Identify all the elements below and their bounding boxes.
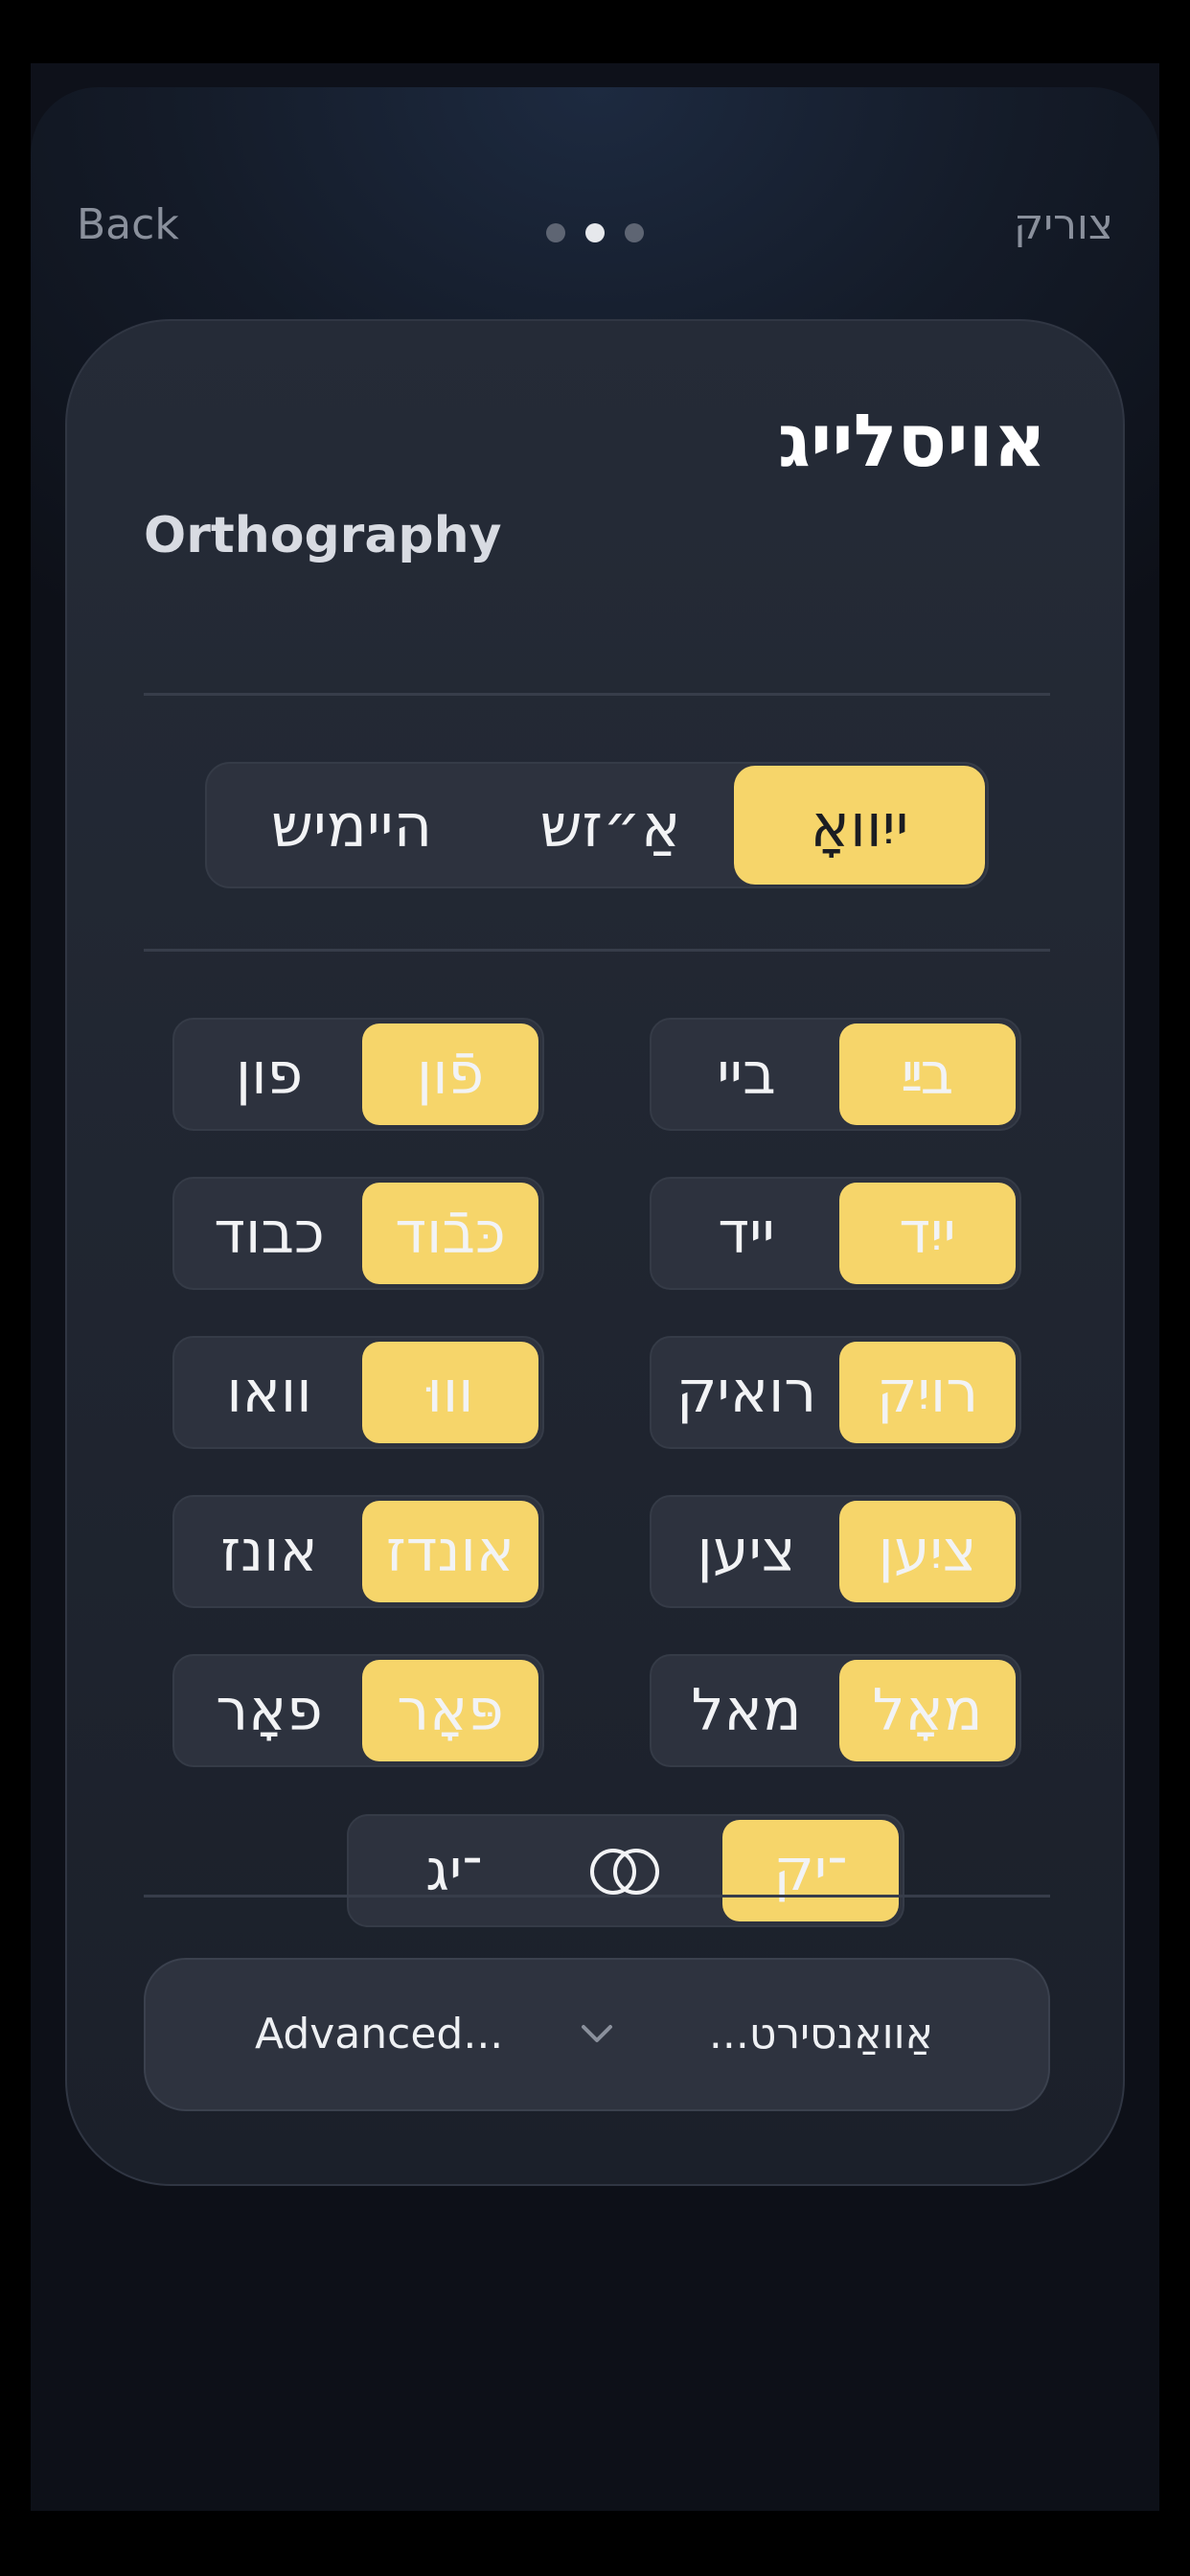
spelling-toggle-vu: וווּ וואו xyxy=(172,1336,544,1449)
spelling-option-selected[interactable]: ציִען xyxy=(839,1501,1016,1602)
spelling-option-selected[interactable]: רויִק xyxy=(839,1342,1016,1443)
spelling-option-selected[interactable]: פּאָר xyxy=(362,1660,538,1761)
spelling-option-alternate[interactable]: ציען xyxy=(657,1501,835,1602)
spelling-option-selected[interactable]: כּבֿוד xyxy=(362,1183,538,1284)
page-dot-active xyxy=(585,223,605,242)
spelling-toggle-mol: מאָל מאל xyxy=(650,1654,1021,1767)
spelling-option-alternate[interactable]: ייד xyxy=(657,1183,835,1284)
page-indicator xyxy=(546,222,644,243)
card-title: אויסלייג xyxy=(777,398,1046,483)
back-button-yiddish[interactable]: צוריק xyxy=(1014,200,1113,249)
advanced-button[interactable]: Advanced... אַוואַנסירט... xyxy=(144,1958,1050,2111)
spelling-option-selected[interactable]: אונדז xyxy=(362,1501,538,1602)
spelling-option-alternate[interactable]: מאל xyxy=(657,1660,835,1761)
app-screen: Back צוריק אויסלייג Orthography ייִוואָ … xyxy=(31,63,1159,2511)
spelling-option-selected[interactable]: ייִד xyxy=(839,1183,1016,1284)
divider xyxy=(144,949,1050,952)
spelling-toggle-por: פּאָר פאָר xyxy=(172,1654,544,1767)
advanced-label: Advanced... xyxy=(255,2010,504,2058)
page-dot xyxy=(546,223,565,242)
divider xyxy=(144,1895,1050,1898)
spelling-option-alternate[interactable]: וואו xyxy=(180,1342,358,1443)
spelling-option-alternate[interactable]: ביי xyxy=(657,1024,835,1125)
spelling-toggle-tsien: ציִען ציען xyxy=(650,1495,1021,1608)
orthography-system-selector: ייִוואָ אַ״זש היימיש xyxy=(205,762,989,888)
spelling-toggle-bay: בײַ ביי xyxy=(650,1018,1021,1131)
advanced-label-yiddish: אַוואַנסירט... xyxy=(708,2010,933,2058)
spelling-toggle-ruik: רויִק רואיק xyxy=(650,1336,1021,1449)
modal-sheet: Back צוריק אויסלייג Orthography ייִוואָ … xyxy=(31,87,1159,2511)
spelling-toggle-koved: כּבֿוד כבוד xyxy=(172,1177,544,1290)
ending-option-selected[interactable]: ־יק xyxy=(722,1820,899,1921)
spelling-option-alternate[interactable]: אונז xyxy=(180,1501,358,1602)
orthography-card: אויסלייג Orthography ייִוואָ אַ״זש היימי… xyxy=(65,319,1125,2186)
card-subtitle: Orthography xyxy=(144,507,502,564)
ending-toggle: ־יק ־יג xyxy=(347,1814,904,1927)
ending-option-alternate[interactable]: ־יג xyxy=(368,1820,540,1921)
system-option-azh[interactable]: אַ״זש xyxy=(485,764,736,886)
system-option-yivo[interactable]: ייִוואָ xyxy=(734,766,985,885)
system-option-heymish[interactable]: היימיש xyxy=(226,764,477,886)
page-dot xyxy=(625,223,644,242)
spelling-option-selected[interactable]: פֿון xyxy=(362,1024,538,1125)
linked-rings-icon[interactable] xyxy=(588,1847,661,1897)
spelling-option-alternate[interactable]: רואיק xyxy=(657,1342,835,1443)
spelling-option-selected[interactable]: בײַ xyxy=(839,1024,1016,1125)
spelling-toggle-undz: אונדז אונז xyxy=(172,1495,544,1608)
chevron-down-icon xyxy=(582,2025,612,2042)
spelling-option-alternate[interactable]: כבוד xyxy=(180,1183,358,1284)
spelling-toggle-fun: פֿון פון xyxy=(172,1018,544,1131)
spelling-option-selected[interactable]: מאָל xyxy=(839,1660,1016,1761)
spelling-option-alternate[interactable]: פון xyxy=(180,1024,358,1125)
spelling-toggle-yid: ייִד ייד xyxy=(650,1177,1021,1290)
divider xyxy=(144,693,1050,696)
spelling-option-selected[interactable]: וווּ xyxy=(362,1342,538,1443)
spelling-option-alternate[interactable]: פאָר xyxy=(180,1660,358,1761)
back-button[interactable]: Back xyxy=(77,200,179,249)
